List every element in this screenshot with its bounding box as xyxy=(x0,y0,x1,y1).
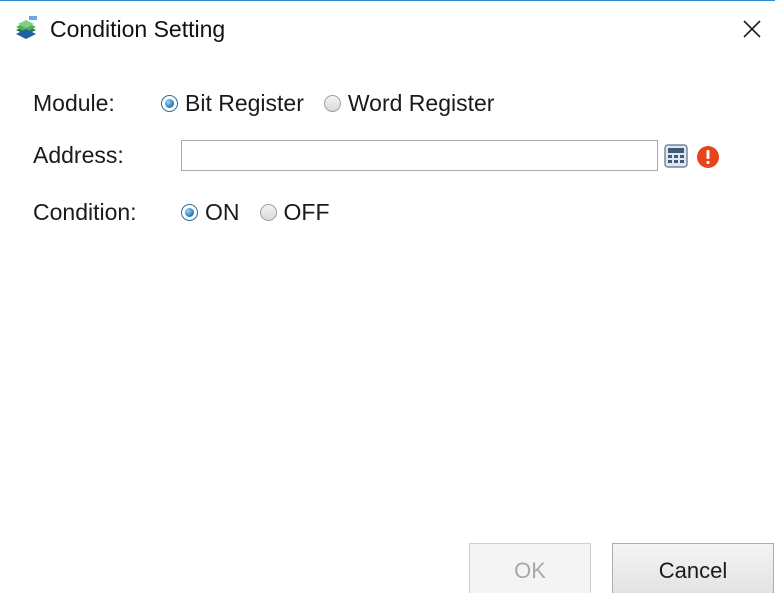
close-icon xyxy=(742,19,762,39)
radio-on[interactable]: ON xyxy=(181,199,240,226)
title-bar: Condition Setting xyxy=(0,1,775,59)
ok-button[interactable]: OK xyxy=(469,543,591,593)
radio-word-register-indicator[interactable] xyxy=(323,94,341,112)
radio-word-register-label: Word Register xyxy=(347,89,495,116)
app-stack-icon xyxy=(13,15,39,41)
module-row: Module: Bit Register Word Register xyxy=(33,86,494,120)
condition-label: Condition: xyxy=(33,198,137,225)
calculator-icon[interactable] xyxy=(664,144,688,168)
dialog-title: Condition Setting xyxy=(50,16,226,42)
condition-row: Condition: ON OFF xyxy=(33,195,330,229)
condition-setting-dialog: Condition Setting Module: Bit Register W… xyxy=(0,0,775,593)
cancel-button[interactable]: Cancel xyxy=(612,543,774,593)
radio-off-indicator[interactable] xyxy=(259,203,277,221)
radio-off-label: OFF xyxy=(283,198,330,225)
address-row: Address: xyxy=(33,138,124,172)
radio-bit-register-indicator[interactable] xyxy=(161,94,178,112)
module-label: Module: xyxy=(33,89,115,116)
close-button[interactable] xyxy=(729,1,775,57)
address-input[interactable] xyxy=(181,140,658,171)
radio-off[interactable]: OFF xyxy=(259,198,330,226)
radio-on-label: ON xyxy=(205,198,240,225)
error-exclamation-icon xyxy=(696,145,720,169)
radio-word-register[interactable]: Word Register xyxy=(323,89,495,117)
address-label: Address: xyxy=(33,141,124,168)
radio-bit-register-label: Bit Register xyxy=(185,89,304,116)
radio-bit-register[interactable]: Bit Register xyxy=(161,90,304,117)
radio-on-indicator[interactable] xyxy=(181,203,198,221)
